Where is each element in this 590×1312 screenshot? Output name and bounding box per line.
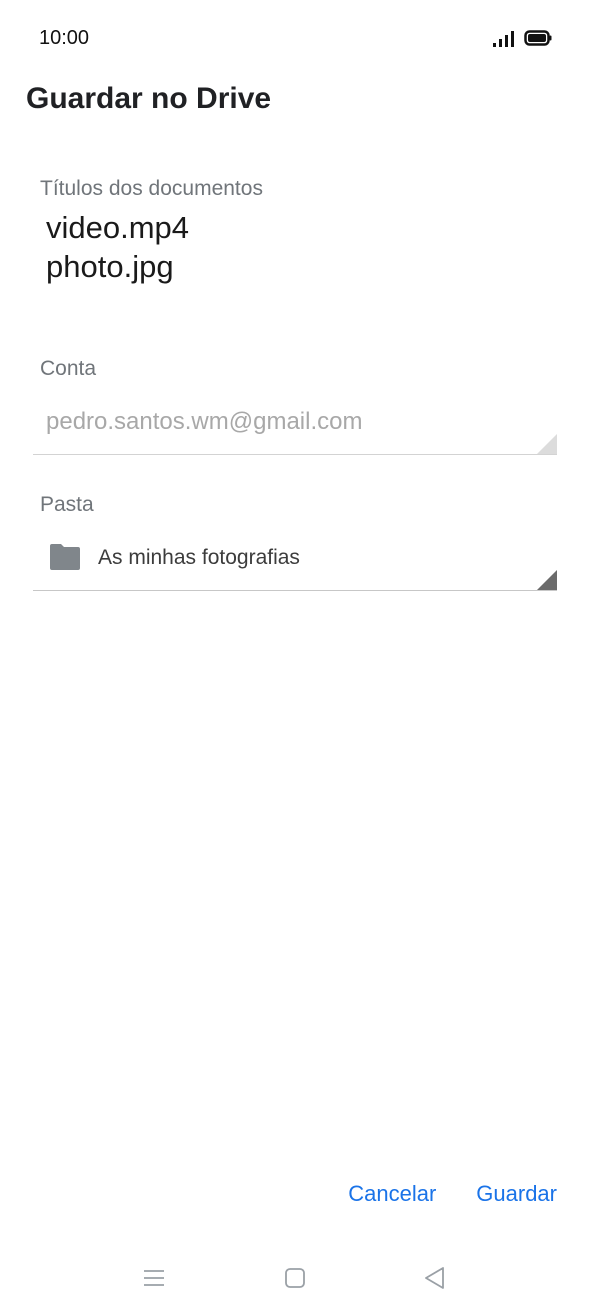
document-title: video.mp4 — [46, 210, 190, 245]
home-icon[interactable] — [281, 1264, 309, 1292]
account-value: pedro.santos.wm@gmail.com — [46, 408, 363, 435]
cancel-button[interactable]: Cancelar — [348, 1172, 436, 1216]
document-titles-list[interactable]: video.mp4 photo.jpg — [46, 208, 189, 286]
navigation-bar — [0, 1250, 590, 1312]
page-title: Guardar no Drive — [26, 82, 272, 115]
save-button[interactable]: Guardar — [476, 1172, 557, 1216]
signal-icon — [493, 31, 514, 47]
dropdown-arrow-icon — [537, 570, 557, 590]
dropdown-arrow-icon — [537, 434, 557, 454]
dialog-actions: Cancelar Guardar — [348, 1172, 557, 1216]
documents-label: Títulos dos documentos — [40, 177, 263, 200]
menu-icon[interactable] — [140, 1264, 168, 1292]
document-title: photo.jpg — [46, 249, 174, 284]
account-spinner[interactable]: pedro.santos.wm@gmail.com — [33, 396, 557, 455]
folder-icon — [50, 544, 80, 570]
folder-value: As minhas fotografias — [98, 546, 300, 569]
status-bar: 10:00 — [0, 0, 590, 78]
folder-spinner[interactable]: As minhas fotografias — [33, 530, 557, 591]
account-label: Conta — [40, 357, 97, 380]
folder-label: Pasta — [40, 493, 94, 516]
status-time: 10:00 — [39, 27, 90, 49]
back-icon[interactable] — [421, 1264, 449, 1292]
battery-icon — [524, 30, 552, 46]
